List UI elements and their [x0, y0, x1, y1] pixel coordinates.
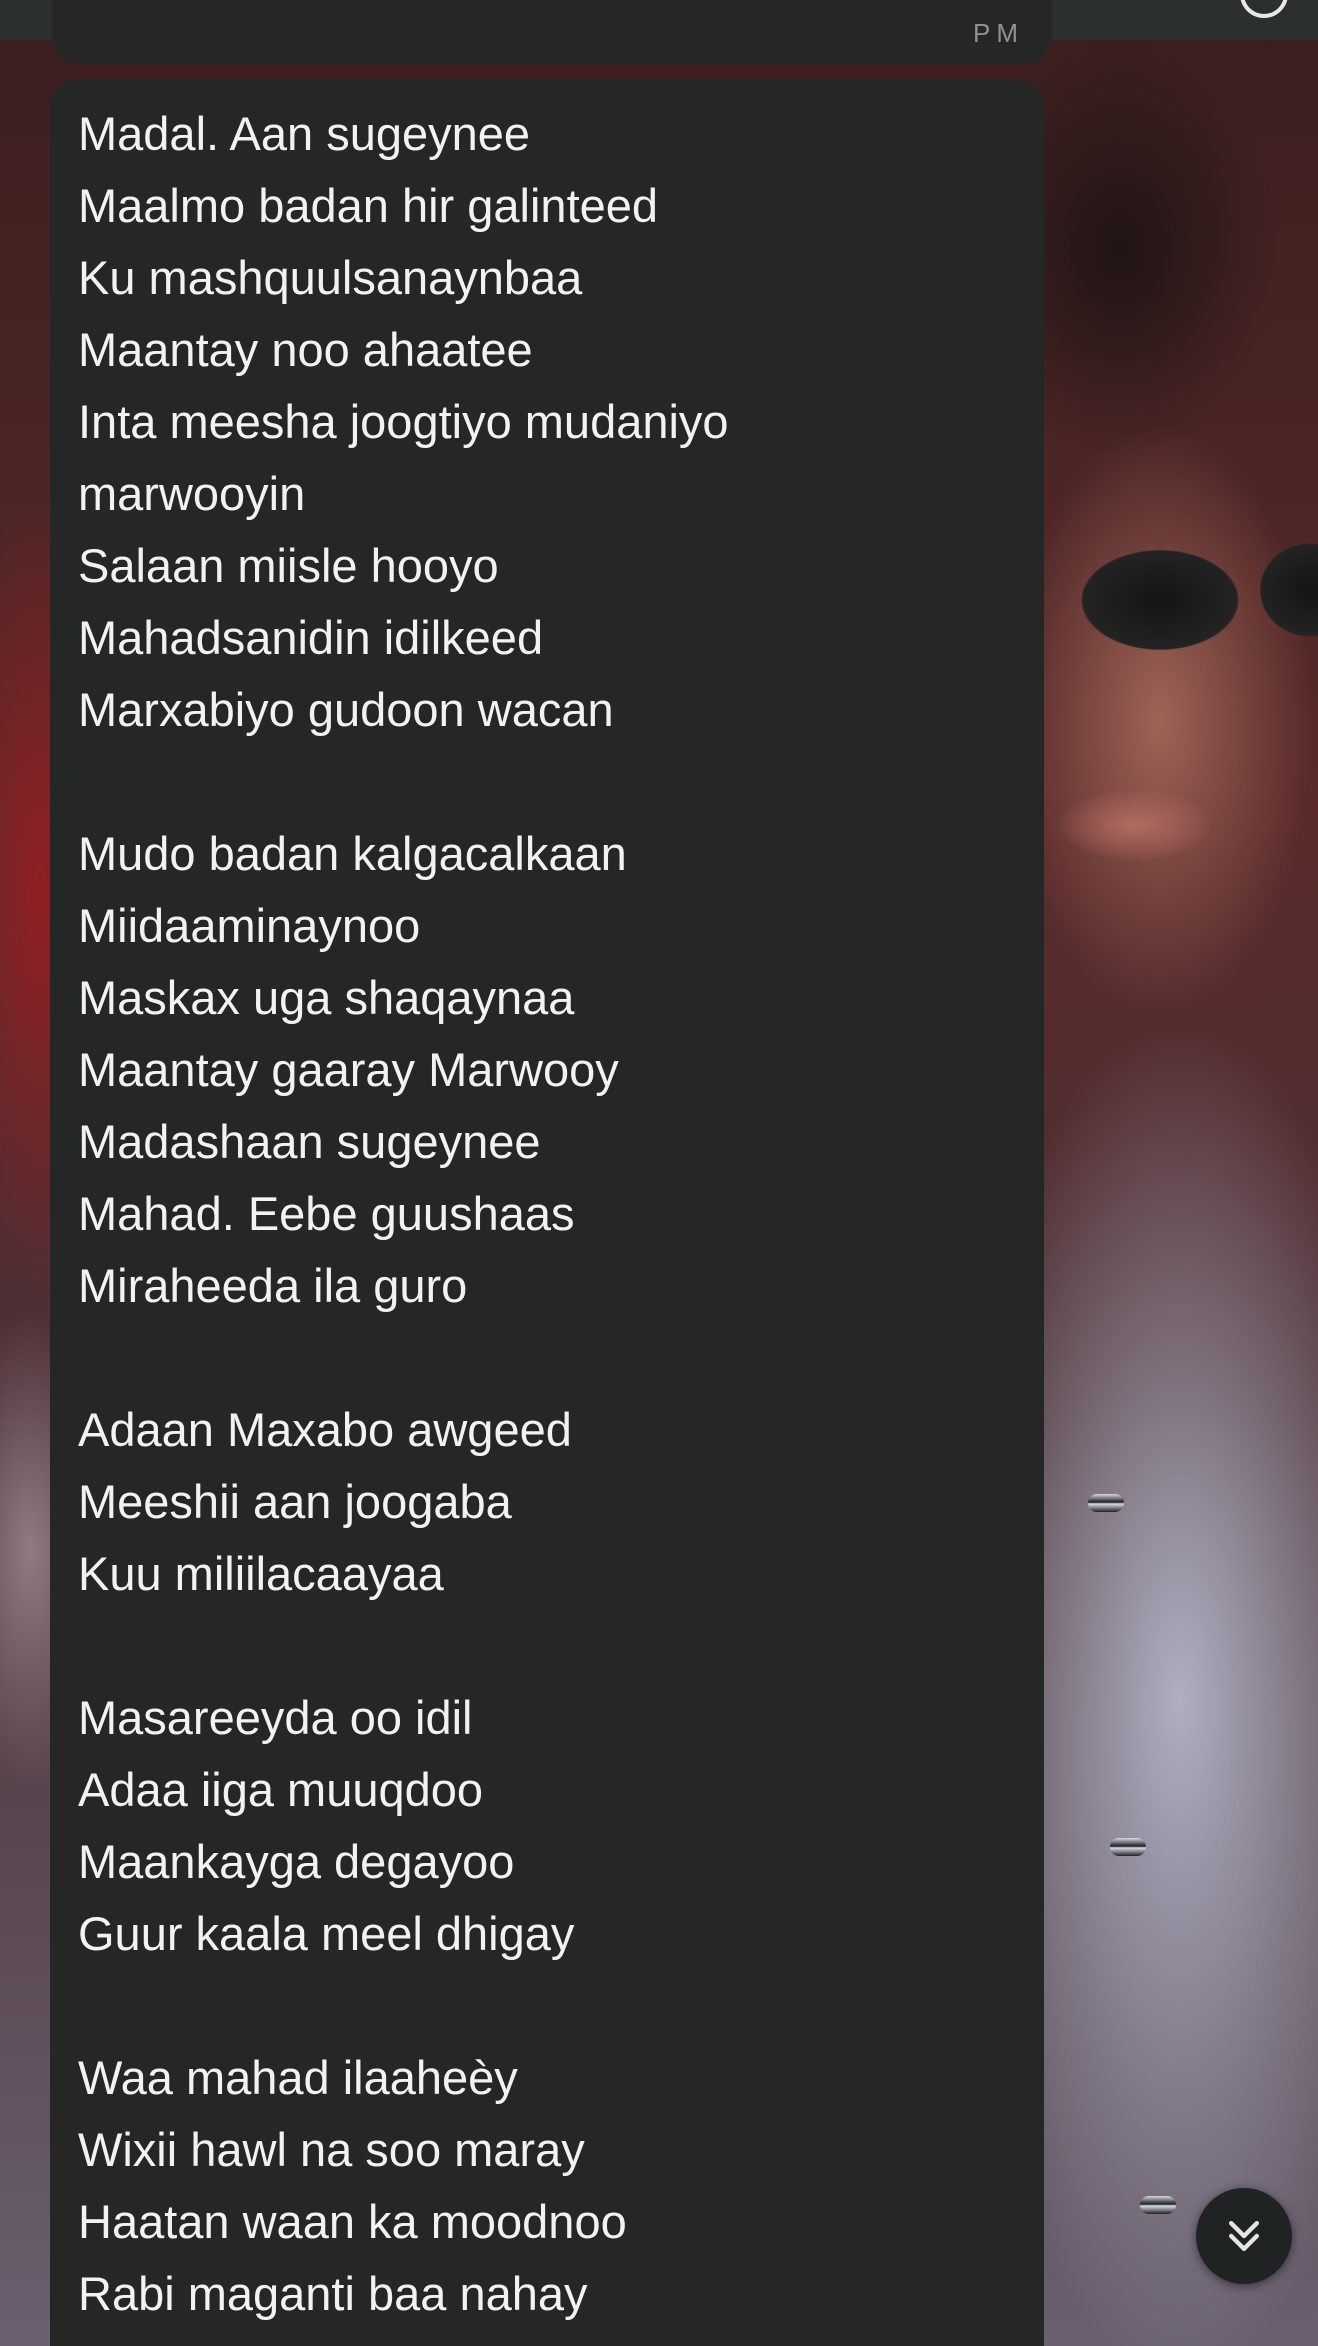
message-line: Maantay gaaray Marwooy	[78, 1043, 619, 1096]
message-line: Ku mashquulsanaynbaa	[78, 251, 583, 304]
message-line: Miidaaminaynoo	[78, 899, 421, 952]
message-line: Maantay noo ahaatee	[78, 323, 533, 376]
message-text: Madal. Aan sugeynee Maalmo badan hir gali…	[78, 98, 1016, 2330]
wallpaper-detail	[1110, 1838, 1146, 1856]
message-line: Madal. Aan sugeynee	[78, 107, 531, 160]
stanza: Madal. Aan sugeynee Maalmo badan hir gali…	[78, 98, 1016, 746]
stanza: Mudo badan kalgacalkaan Miidaaminaynoo Mas…	[78, 818, 1016, 1322]
message-line: Madashaan sugeynee	[78, 1115, 541, 1168]
message-line: Salaan miisle hooyo	[78, 539, 499, 592]
message-timestamp: PM	[973, 18, 1024, 48]
stanza-break	[78, 1322, 1016, 1394]
message-line: Rabi maganti baa nahay	[78, 2267, 588, 2320]
message-bubble[interactable]: Madal. Aan sugeynee Maalmo badan hir gali…	[50, 80, 1044, 2346]
message-line: Mahad. Eebe guushaas	[78, 1187, 575, 1240]
stanza: Masareeyda oo idil Adaa iiga muuqdoo Maank…	[78, 1682, 1016, 1970]
stanza: Adaan Maxabo awgeed Meeshii aan joogaba Ku…	[78, 1394, 1016, 1610]
message-line: Mahadsanidin idilkeed	[78, 611, 544, 664]
wallpaper-detail	[1060, 790, 1210, 860]
message-line: Waa mahad ilaaheèy	[78, 2051, 518, 2104]
wallpaper-detail	[1140, 2196, 1176, 2214]
message-line: Maskax uga shaqaynaa	[78, 971, 575, 1024]
message-line: Inta meesha joogtiyo mudaniyo	[78, 395, 729, 448]
message-line: Adaan Maxabo awgeed	[78, 1403, 572, 1456]
message-line: Meeshii aan joogaba	[78, 1475, 512, 1528]
message-line: Wixii hawl na soo maray	[78, 2123, 585, 2176]
wallpaper-detail	[1060, 520, 1318, 680]
stanza-break	[78, 1610, 1016, 1682]
message-line: Masareeyda oo idil	[78, 1691, 473, 1744]
message-line: Maankayga degayoo	[78, 1835, 515, 1888]
message-line: Marxabiyo gudoon wacan	[78, 683, 614, 736]
previous-message-bubble[interactable]: PM	[52, 0, 1052, 64]
message-line: Adaa iiga muuqdoo	[78, 1763, 484, 1816]
stanza-break	[78, 746, 1016, 818]
stanza: Waa mahad ilaaheèy Wixii hawl na soo mara…	[78, 2042, 1016, 2330]
wallpaper-detail	[1088, 1494, 1124, 1512]
message-line: Maalmo badan hir galinteed	[78, 179, 659, 232]
message-line: marwooyin	[78, 467, 306, 520]
message-line: Haatan waan ka moodnoo	[78, 2195, 627, 2248]
scroll-to-bottom-button[interactable]	[1196, 2188, 1292, 2284]
message-line: Kuu miliilacaayaa	[78, 1547, 444, 1600]
message-line: Mudo badan kalgacalkaan	[78, 827, 627, 880]
more-icon[interactable]	[1240, 0, 1288, 18]
message-line: Miraheeda ila guro	[78, 1259, 468, 1312]
message-line: Guur kaala meel dhigay	[78, 1907, 575, 1960]
chevrons-down-icon	[1228, 2220, 1260, 2252]
stanza-break	[78, 1970, 1016, 2042]
